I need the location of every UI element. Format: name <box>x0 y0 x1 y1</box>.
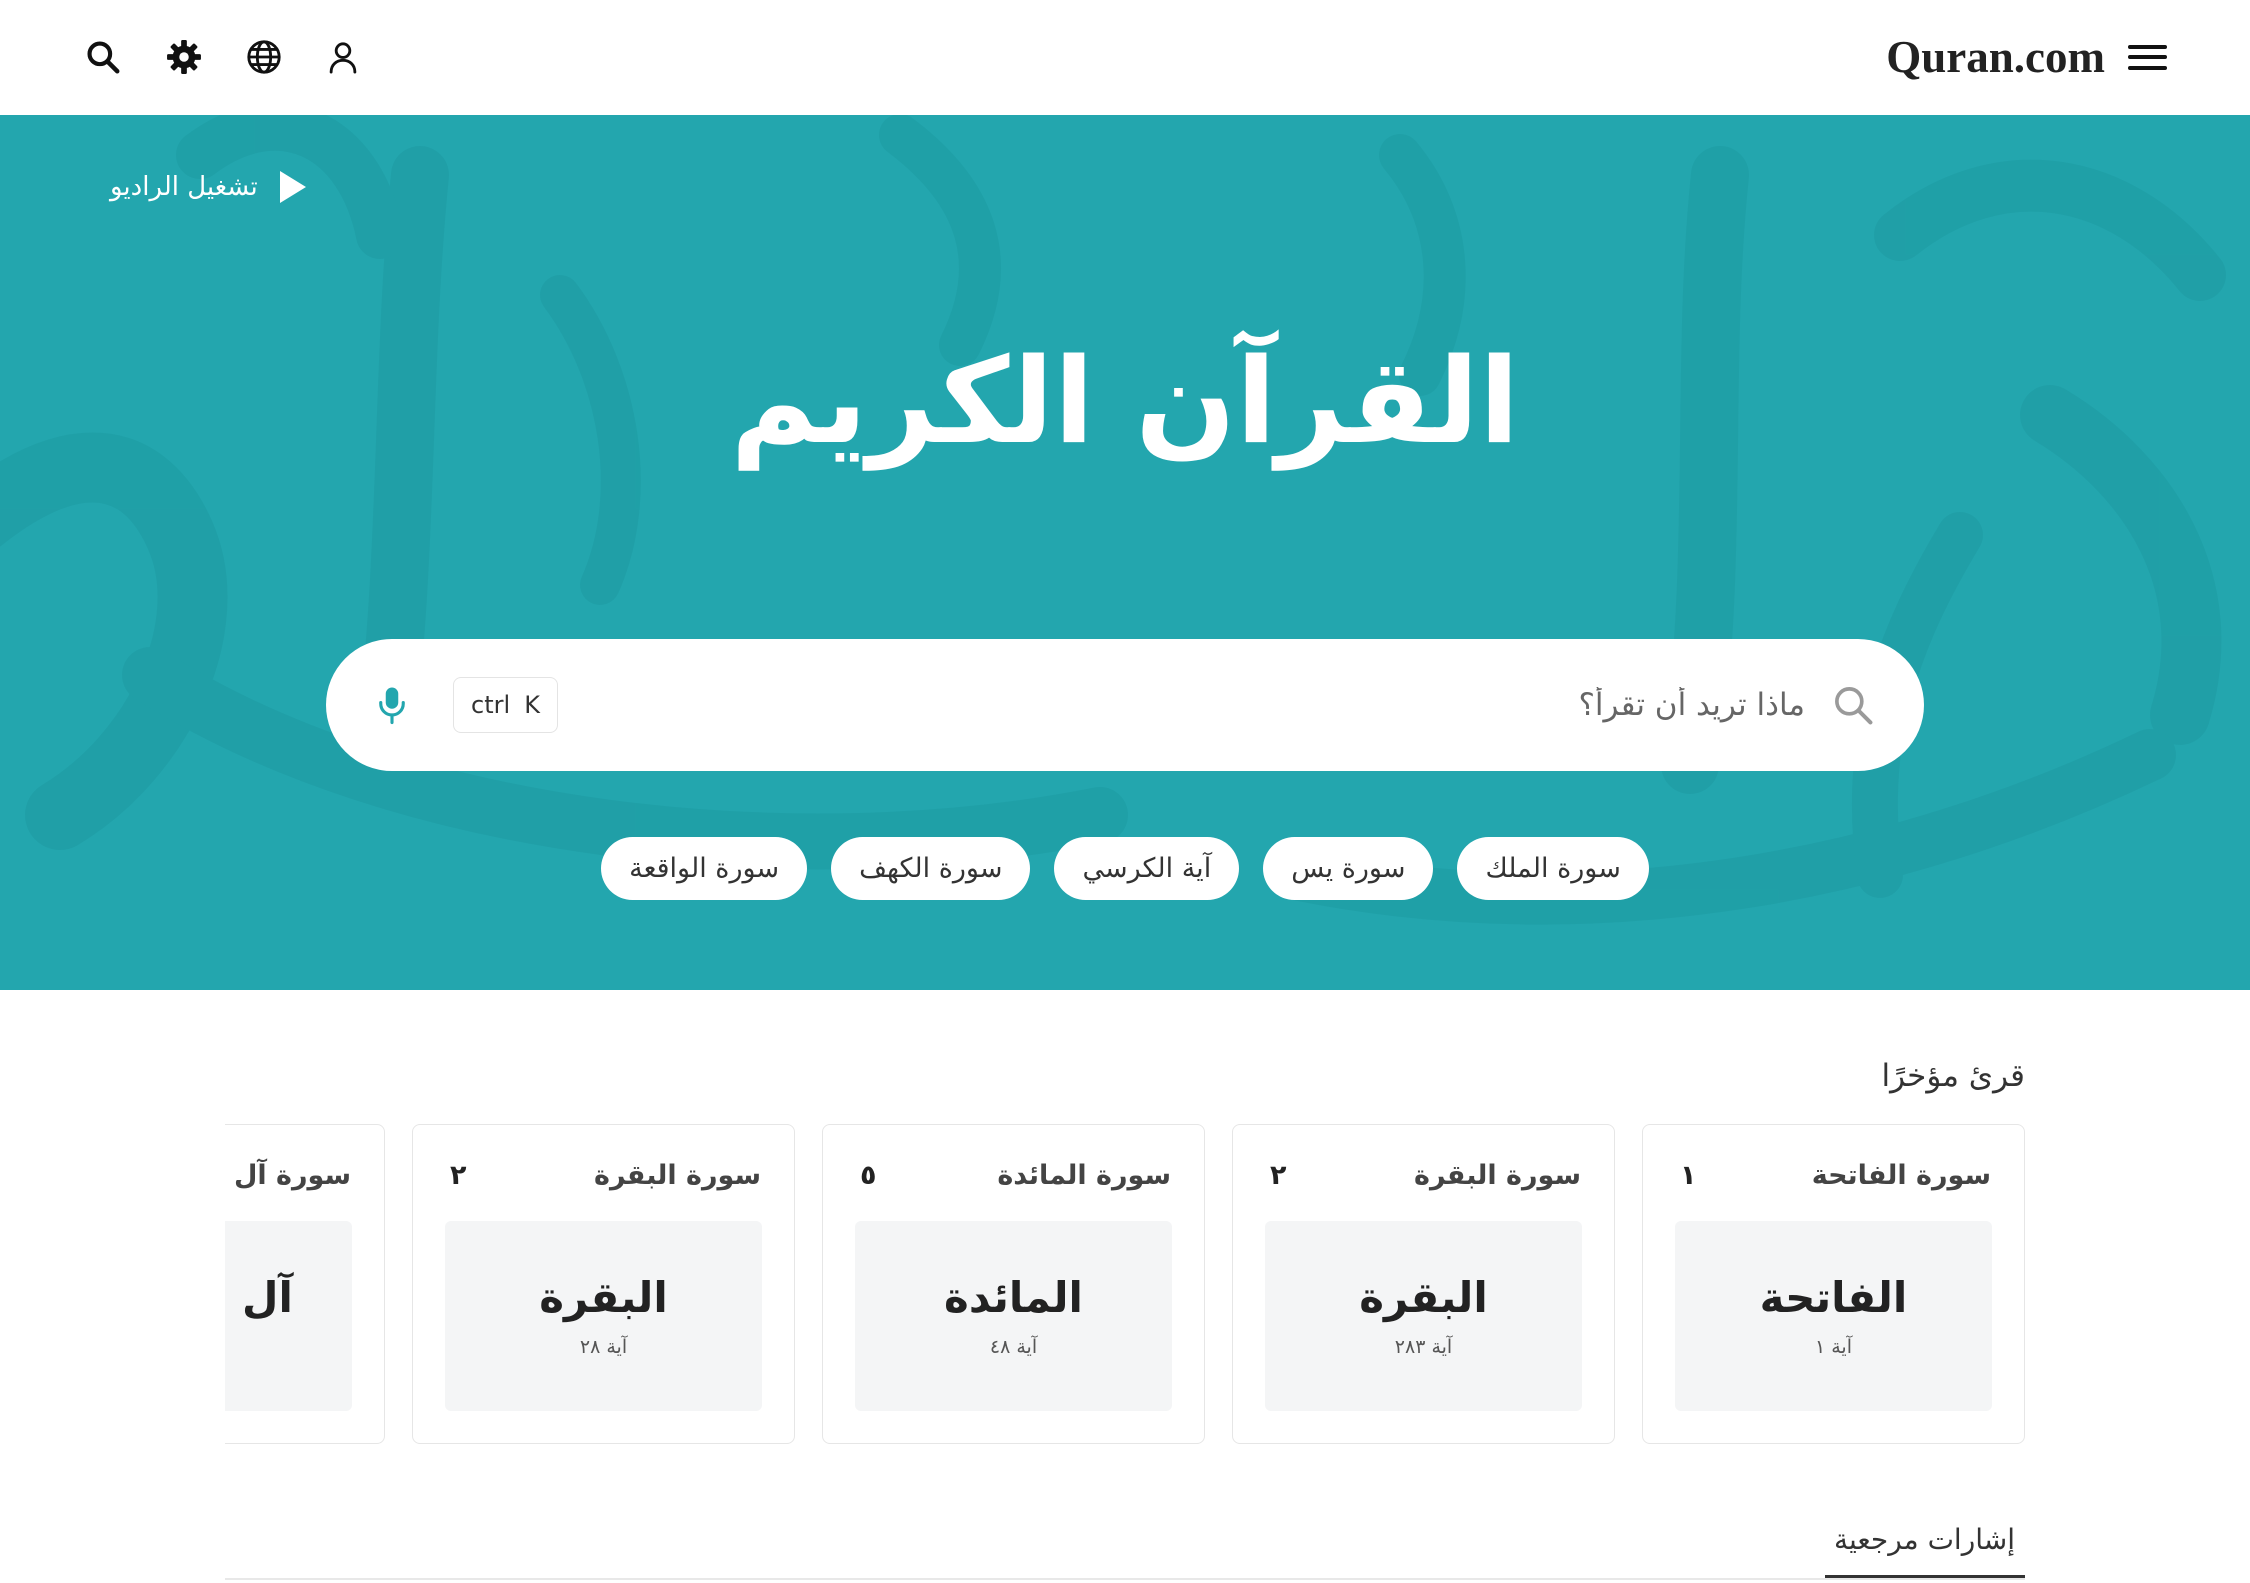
profile-button[interactable] <box>324 38 362 76</box>
play-icon <box>279 171 306 203</box>
surah-preview: آل عمران <box>225 1221 352 1411</box>
surah-title: سورة البقرة <box>1414 1160 1581 1191</box>
shortcut-modifier: ctrl <box>471 691 511 719</box>
hamburger-menu-icon-bar <box>2128 66 2167 70</box>
quran-calligraphy-logo: القرآن الكريم <box>730 332 1520 470</box>
shortcut-key: K <box>524 691 540 719</box>
tabs-divider <box>225 1578 2025 1580</box>
ayah-label: آية ٢٨٣ <box>1394 1336 1453 1358</box>
surah-calligraphy: المائدة <box>944 1273 1083 1322</box>
surah-preview: المائدة آية ٤٨ <box>855 1221 1172 1411</box>
play-radio-label: تشغيل الراديو <box>110 172 258 202</box>
surah-number: ٢ <box>1270 1160 1287 1191</box>
active-tab-indicator <box>1825 1575 2025 1578</box>
ayah-label: آية ٤٨ <box>989 1336 1038 1358</box>
surah-calligraphy: الفاتحة <box>1759 1273 1908 1322</box>
surah-number: ١ <box>1680 1160 1697 1191</box>
surah-title: سورة آل عمران <box>225 1160 351 1191</box>
search-icon <box>87 41 120 74</box>
surah-title: سورة الفاتحة <box>1811 1160 1991 1191</box>
ayah-label: آية ٢٨ <box>579 1336 628 1358</box>
gear-icon <box>167 40 201 74</box>
quick-link-chip[interactable]: آية الكرسي <box>1054 837 1240 900</box>
quick-link-chip[interactable]: سورة الملك <box>1457 837 1649 900</box>
language-button[interactable] <box>245 38 283 76</box>
recent-surah-card[interactable]: سورة الفاتحة ١ الفاتحة آية ١ <box>1642 1124 2025 1444</box>
recent-surah-card[interactable]: سورة المائدة ٥ المائدة آية ٤٨ <box>822 1124 1205 1444</box>
quick-link-chip[interactable]: سورة يس <box>1263 837 1434 900</box>
surah-title: سورة المائدة <box>997 1160 1171 1191</box>
hamburger-menu-icon-bar <box>2128 55 2167 59</box>
hero-section: تشغيل الراديو القرآن الكريم ctrl K سورة … <box>0 115 2250 990</box>
surah-title: سورة البقرة <box>594 1160 761 1191</box>
play-radio-button[interactable]: تشغيل الراديو <box>110 167 306 207</box>
hamburger-menu-button[interactable] <box>2128 40 2167 74</box>
ayah-label: آية ١ <box>1814 1336 1852 1358</box>
quick-link-chip[interactable]: سورة الكهف <box>831 837 1031 900</box>
search-input[interactable] <box>606 675 1805 735</box>
surah-number: ٥ <box>860 1160 877 1191</box>
surah-number: ٢ <box>450 1160 467 1191</box>
recently-read-heading: قرئ مؤخرًا <box>1881 1058 2025 1094</box>
tab-bookmarks[interactable]: إشارات مرجعية <box>1834 1520 2015 1560</box>
recent-surah-card[interactable]: سورة آل عمران آل عمران <box>225 1124 385 1444</box>
quick-links: سورة الملك سورة يس آية الكرسي سورة الكهف… <box>0 837 2250 900</box>
globe-icon <box>247 40 281 74</box>
recent-surah-card[interactable]: سورة البقرة ٢ البقرة آية ٢٨ <box>412 1124 795 1444</box>
recently-read-carousel[interactable]: سورة الفاتحة ١ الفاتحة آية ١ سورة البقرة… <box>225 1124 2025 1444</box>
quick-link-chip[interactable]: سورة الواقعة <box>601 837 808 900</box>
microphone-icon[interactable] <box>377 685 407 725</box>
settings-button[interactable] <box>165 38 203 76</box>
surah-preview: البقرة آية ٢٨ <box>445 1221 762 1411</box>
surah-preview: الفاتحة آية ١ <box>1675 1221 1992 1411</box>
recent-surah-card[interactable]: سورة البقرة ٢ البقرة آية ٢٨٣ <box>1232 1124 1615 1444</box>
surah-calligraphy: البقرة <box>1359 1273 1488 1322</box>
user-icon <box>329 42 357 74</box>
search-icon[interactable] <box>1831 683 1875 727</box>
surah-calligraphy: البقرة <box>539 1273 668 1322</box>
search-button[interactable] <box>84 38 122 76</box>
surah-preview: البقرة آية ٢٨٣ <box>1265 1221 1582 1411</box>
site-logo[interactable]: Quran.com <box>1886 24 2105 90</box>
hamburger-menu-icon <box>2128 45 2167 49</box>
search-bar[interactable]: ctrl K <box>326 639 1924 771</box>
keyboard-shortcut-hint: ctrl K <box>453 677 558 733</box>
top-navbar: Quran.com <box>0 0 2250 115</box>
surah-calligraphy: آل عمران <box>225 1273 293 1322</box>
